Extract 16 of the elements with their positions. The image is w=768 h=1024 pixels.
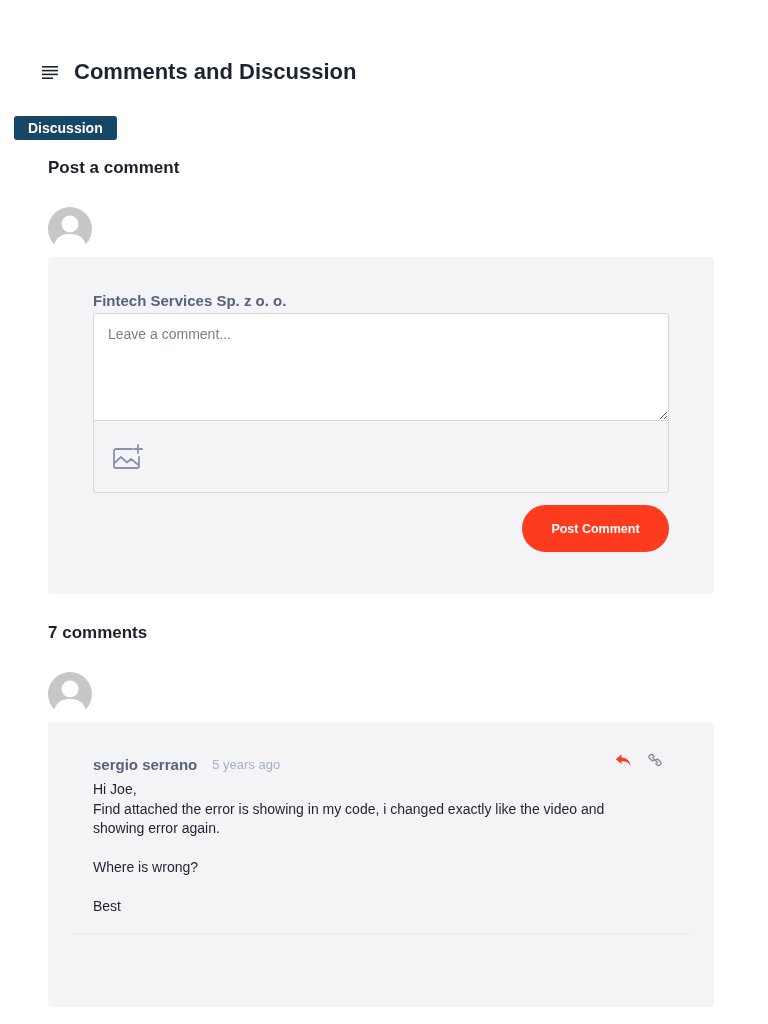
comment-author: sergio serrano xyxy=(93,755,198,773)
comment-text: Hi Joe, Find attached the error is showing in my code, i changed exactly like the video and showing error again. Where is wrong? Best xyxy=(93,780,606,916)
comments-count: 7 comments xyxy=(48,622,148,644)
reply-icon[interactable] xyxy=(615,753,631,767)
page-title: Comments and Discussion xyxy=(74,58,357,86)
tab[interactable]: Discussion xyxy=(14,116,117,140)
link-icon[interactable] xyxy=(648,753,662,767)
text-lines-icon[interactable] xyxy=(42,65,58,79)
comment-time: 5 years ago xyxy=(212,756,281,772)
avatar-icon xyxy=(48,207,92,251)
comment-field[interactable]: Leave a comment... xyxy=(93,313,669,421)
author-name: Fintech Services Sp. z o. o. xyxy=(93,291,287,311)
post-comment-button[interactable]: Post Comment xyxy=(522,505,669,552)
add-image-icon[interactable] xyxy=(113,443,143,470)
avatar-icon xyxy=(48,672,92,716)
section-heading: Post a comment xyxy=(48,157,180,179)
